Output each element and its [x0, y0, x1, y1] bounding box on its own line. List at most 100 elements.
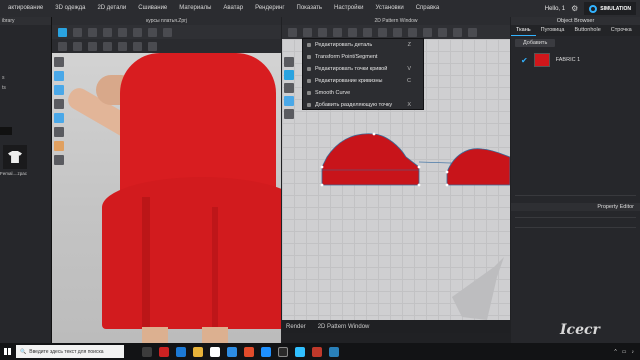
- app-icon[interactable]: [312, 346, 322, 357]
- view-tool-icon[interactable]: [54, 57, 64, 67]
- store-icon[interactable]: [210, 346, 220, 357]
- zipper-tool-icon[interactable]: [103, 41, 112, 51]
- telegram-icon[interactable]: [261, 346, 271, 357]
- start-button[interactable]: [0, 343, 14, 360]
- library-selection[interactable]: [0, 127, 12, 135]
- menu-item-preferences[interactable]: Установки: [369, 0, 409, 17]
- pattern-point[interactable]: [320, 165, 324, 169]
- app-icon[interactable]: [295, 346, 305, 357]
- pattern-point[interactable]: [320, 183, 324, 187]
- tab-2d-pattern[interactable]: 2D Pattern Window: [318, 324, 370, 330]
- menu-item-3d-garment[interactable]: 3D одежда: [49, 0, 91, 17]
- clo3d-icon[interactable]: [278, 346, 288, 357]
- library-title: ibrary: [0, 17, 51, 25]
- pin-display-icon[interactable]: [54, 127, 64, 137]
- menu-item-materials[interactable]: Материалы: [173, 0, 217, 17]
- tab-render[interactable]: Render: [286, 324, 306, 330]
- menu-item-transform-point[interactable]: Transform Point/Segment: [303, 51, 423, 63]
- menu-item-avatar[interactable]: Аватар: [217, 0, 249, 17]
- dress-fold: [212, 207, 218, 327]
- task-view-icon[interactable]: [142, 346, 152, 357]
- move-tool-icon[interactable]: [73, 27, 82, 37]
- fold-tool-icon[interactable]: [88, 27, 97, 37]
- edge-icon[interactable]: [176, 346, 186, 357]
- texture-tool-icon[interactable]: [58, 41, 67, 51]
- strain-map-icon[interactable]: [54, 113, 64, 123]
- avatar-thumbnail[interactable]: [3, 145, 27, 169]
- menu-item-smooth-curve[interactable]: Smooth Curve: [303, 87, 423, 99]
- pattern-point[interactable]: [445, 183, 449, 187]
- taskbar-search[interactable]: 🔍 Введите здесь текст для поиска: [16, 345, 124, 358]
- tab-button[interactable]: Пуговица: [536, 25, 570, 36]
- menu-bar: актирование 3D одежда 2D детали Сшивание…: [0, 0, 640, 17]
- viewport-title: курсы платья.Zprj: [52, 17, 281, 25]
- arrangement-icon[interactable]: [54, 155, 64, 165]
- menu-item-sewing[interactable]: Сшивание: [132, 0, 173, 17]
- user-greeting[interactable]: Hello, 1: [545, 6, 565, 12]
- menu-item-add-point[interactable]: Добавить разделяющую точку X: [303, 99, 423, 111]
- garment-display-icon[interactable]: [54, 85, 64, 95]
- menu-item-display[interactable]: Показать: [291, 0, 329, 17]
- system-tray: ^ ▭ ♪: [614, 343, 634, 360]
- transform-point-icon: [307, 55, 311, 59]
- red-dress-skirt[interactable]: [102, 177, 281, 329]
- taskbar-apps: [142, 346, 339, 357]
- curve-point-icon: [307, 67, 311, 71]
- app-icon[interactable]: [244, 346, 254, 357]
- menu-item-help[interactable]: Справка: [410, 0, 446, 17]
- texture-display-icon[interactable]: [54, 99, 64, 109]
- menu-item-settings[interactable]: Настройки: [328, 0, 369, 17]
- pin-tool-icon[interactable]: [103, 27, 112, 37]
- menu-item-edit-curvature[interactable]: Редактирование кривизны C: [303, 75, 423, 87]
- avatar-display-icon[interactable]: [54, 71, 64, 81]
- network-icon[interactable]: ▭: [622, 349, 627, 355]
- pattern-piece-front[interactable]: [321, 133, 420, 186]
- skin-display-icon[interactable]: [54, 141, 64, 151]
- topstitch-tool-icon[interactable]: [133, 41, 142, 51]
- trim-tool-icon[interactable]: [88, 41, 97, 51]
- button-tool-icon[interactable]: [118, 41, 127, 51]
- volume-icon[interactable]: ♪: [632, 349, 635, 355]
- simulation-button[interactable]: SIMULATION: [584, 2, 636, 15]
- opera-icon[interactable]: [159, 346, 169, 357]
- menu-item-render[interactable]: Рендеринг: [249, 0, 290, 17]
- menu-item-label: Редактировать точки кривой: [315, 66, 388, 72]
- menu-item-edit-pattern[interactable]: Редактировать деталь Z: [303, 39, 423, 51]
- app-icon[interactable]: [329, 346, 339, 357]
- edit-tool-icon[interactable]: [73, 41, 82, 51]
- tack-tool-icon[interactable]: [118, 27, 127, 37]
- pattern-point[interactable]: [417, 183, 421, 187]
- object-browser-panel: Object Browser Ткань Пуговица Buttonhole…: [511, 17, 640, 343]
- measure-tool-icon[interactable]: [133, 27, 142, 37]
- window-tabs: Render 2D Pattern Window: [282, 320, 510, 333]
- avatar-leg: [202, 327, 228, 343]
- menu-item-simulation[interactable]: актирование: [2, 0, 49, 17]
- pattern-point[interactable]: [445, 170, 449, 174]
- tray-chevron-icon[interactable]: ^: [614, 349, 616, 355]
- library-folder-label[interactable]: ts: [2, 85, 6, 91]
- fabric-swatch[interactable]: [533, 53, 550, 67]
- file-explorer-icon[interactable]: [193, 346, 203, 357]
- simulation-ring-icon: [589, 4, 598, 13]
- graphic-tool-icon[interactable]: [148, 41, 157, 51]
- tab-fabric[interactable]: Ткань: [511, 25, 536, 36]
- library-folder-label[interactable]: s: [2, 75, 5, 81]
- mail-icon[interactable]: [227, 346, 237, 357]
- library-panel: ibrary s ts Femal....zpac: [0, 17, 52, 343]
- pattern-point[interactable]: [372, 132, 376, 136]
- menu-item-edit-curve-point[interactable]: Редактировать точки кривой V: [303, 63, 423, 75]
- fabric-list-item[interactable]: ✔ FABRIC 1: [511, 50, 640, 70]
- settings-gear-icon[interactable]: ⚙: [571, 4, 578, 13]
- pattern-piece-back[interactable]: [446, 148, 510, 186]
- thumbnail-label: Femal....zpac: [0, 171, 28, 176]
- panel-divider: [515, 217, 636, 218]
- menu-item-2d-pattern[interactable]: 2D детали: [91, 0, 132, 17]
- pattern-point[interactable]: [417, 165, 421, 169]
- add-fabric-button[interactable]: Добавить: [515, 39, 556, 47]
- 3d-viewport[interactable]: курсы платья.Zprj: [52, 17, 281, 343]
- snapshot-tool-icon[interactable]: [163, 27, 172, 37]
- tab-topstitch[interactable]: Строчка: [606, 25, 637, 36]
- brush-tool-icon[interactable]: [148, 27, 157, 37]
- select-tool-icon[interactable]: [58, 27, 67, 37]
- tab-buttonhole[interactable]: Buttonhole: [569, 25, 605, 36]
